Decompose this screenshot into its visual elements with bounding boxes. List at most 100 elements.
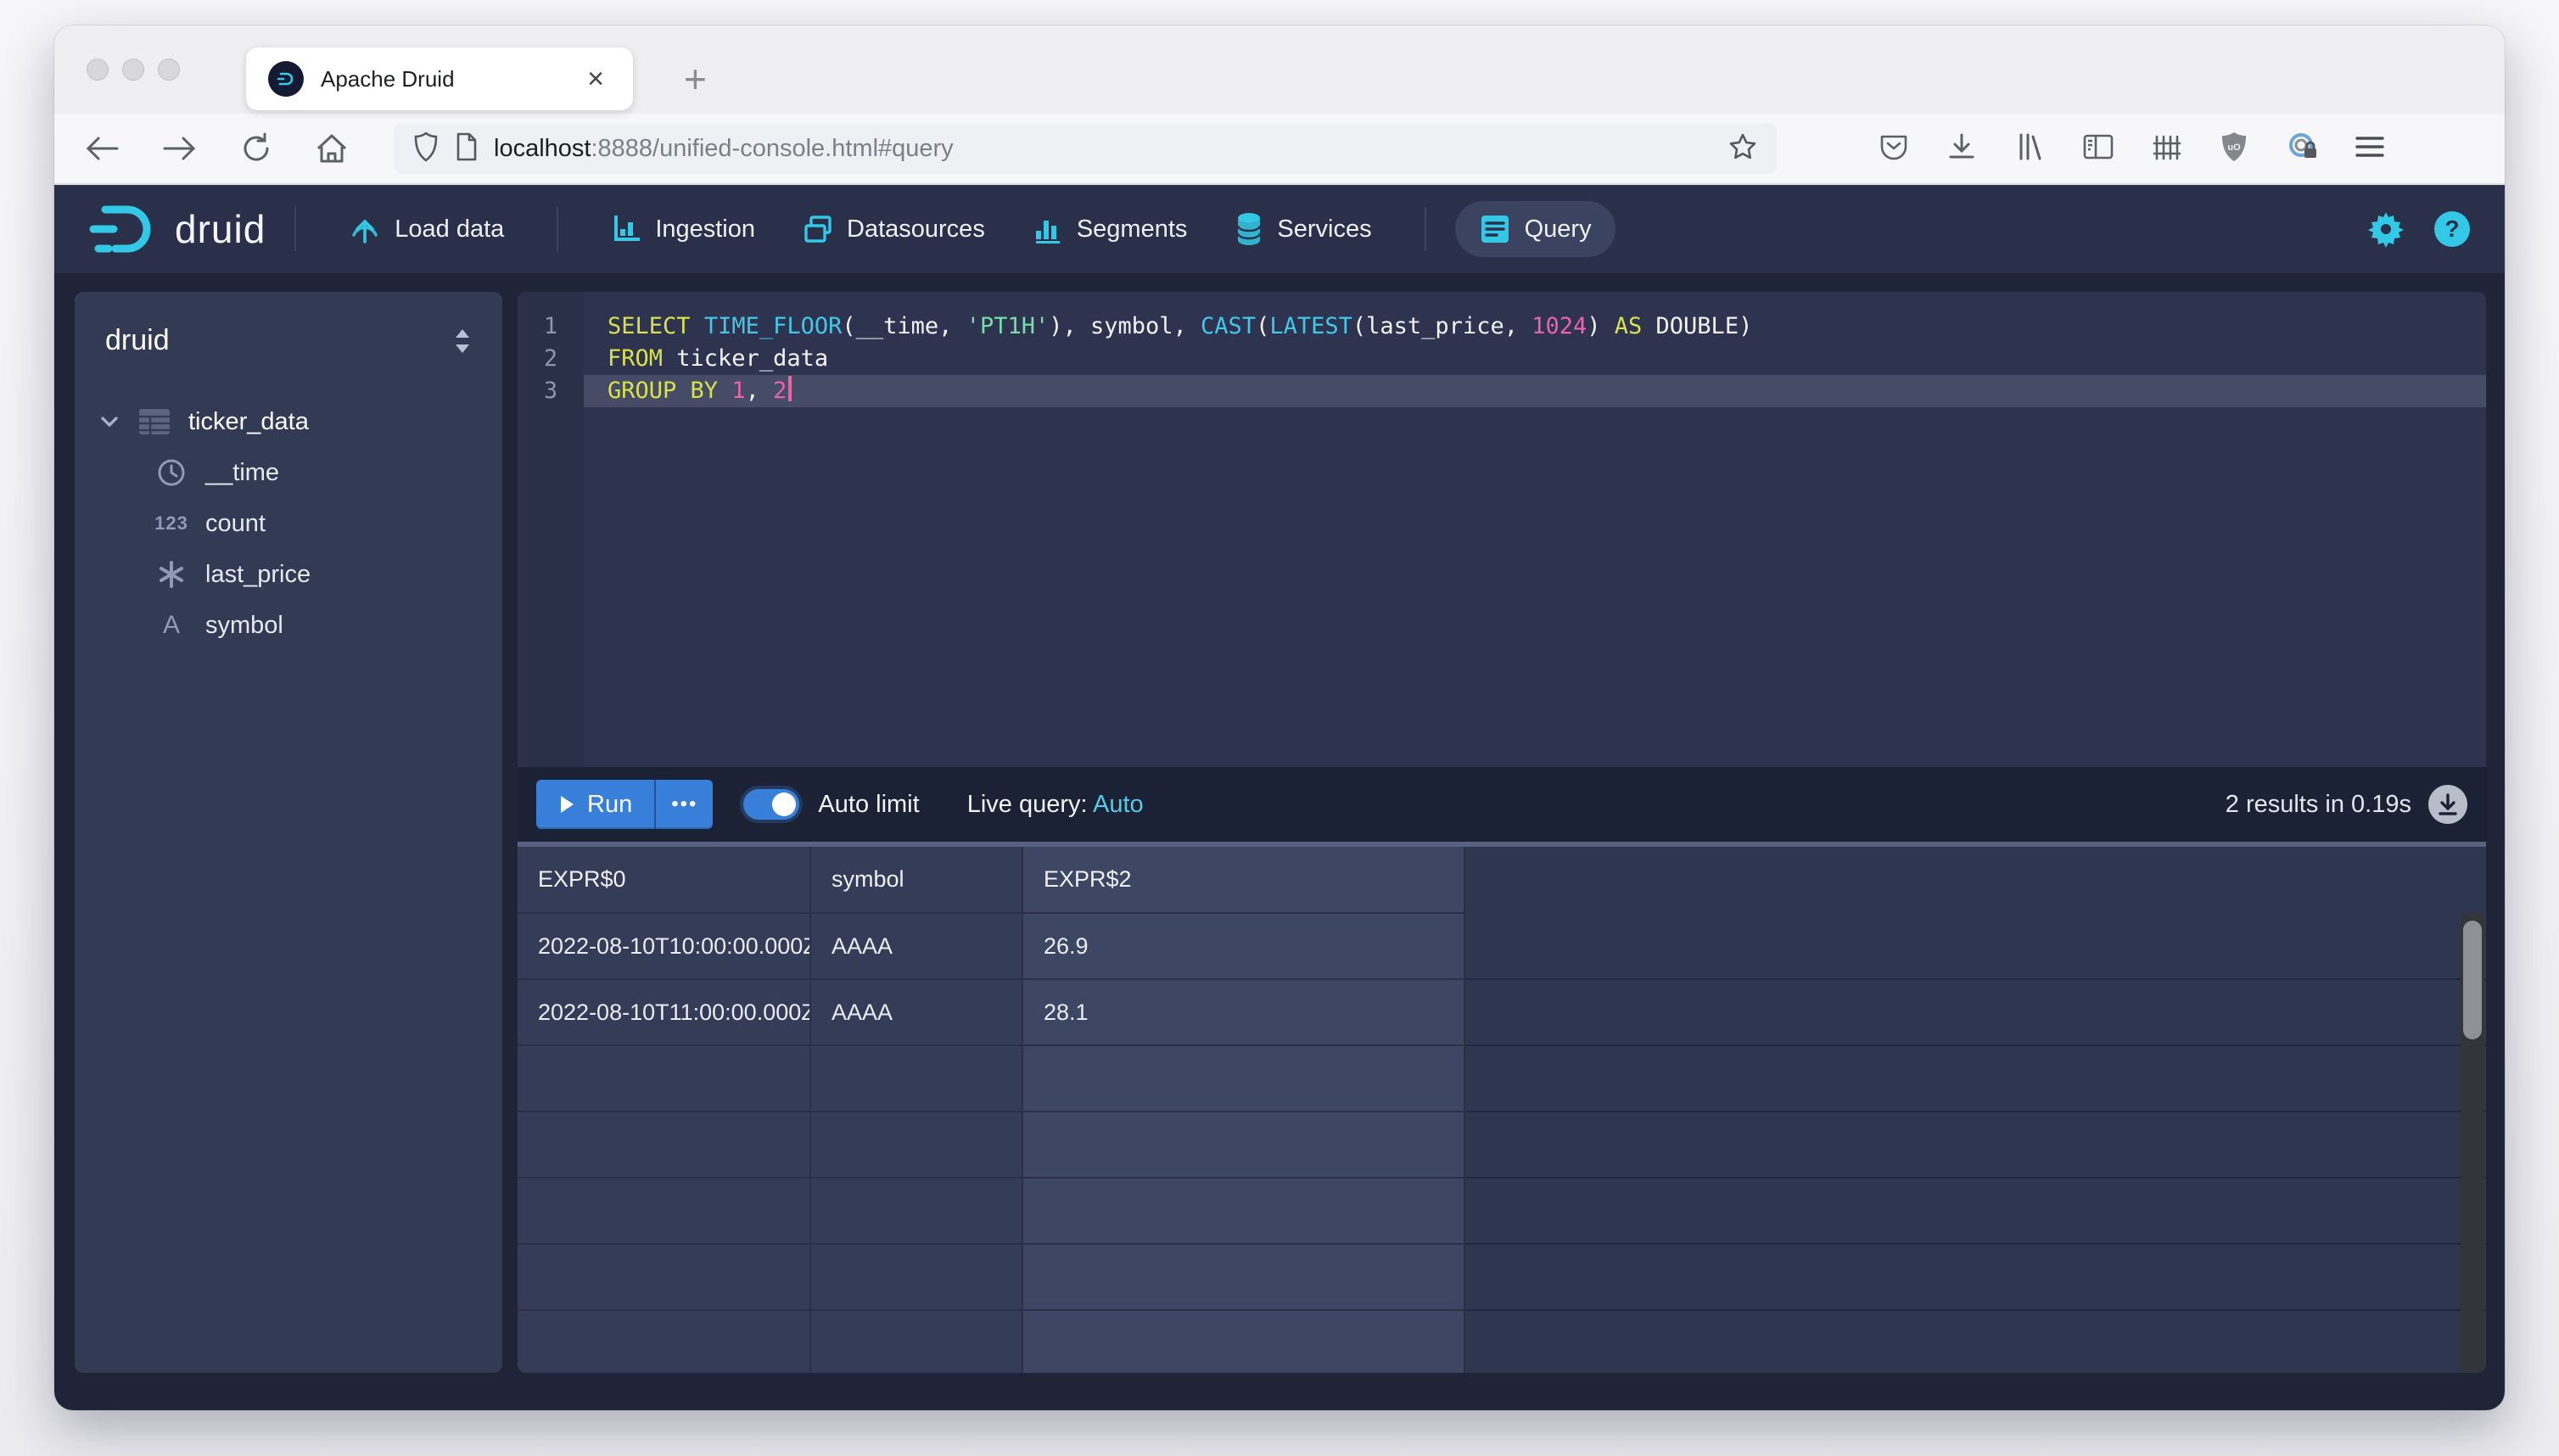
ublock-shield-icon[interactable]: uO bbox=[2220, 131, 2248, 167]
run-bar: Run ••• Auto limit Live query: Auto 2 re… bbox=[518, 767, 2486, 842]
column-item-count[interactable]: 123 count bbox=[98, 498, 479, 549]
run-button-group: Run ••• bbox=[536, 780, 714, 829]
close-window-button[interactable] bbox=[87, 59, 109, 81]
table-cell bbox=[1023, 1311, 1465, 1373]
table-cell: 26.9 bbox=[1023, 914, 1465, 980]
load-data-icon bbox=[349, 213, 381, 245]
browser-tab[interactable]: Apache Druid × bbox=[246, 48, 633, 110]
line-number: 3 bbox=[543, 378, 558, 404]
nav-item-query[interactable]: Query bbox=[1454, 201, 1615, 257]
scrollbar-thumb[interactable] bbox=[2463, 921, 2482, 1039]
table-cell: AAAA bbox=[811, 980, 1023, 1046]
table-cell bbox=[1023, 1046, 1465, 1112]
downloads-icon[interactable] bbox=[1946, 132, 1977, 166]
column-item-symbol[interactable]: Asymbol bbox=[98, 600, 479, 651]
editor-code[interactable]: SELECT TIME_FLOOR(__time, 'PT1H'), symbo… bbox=[584, 292, 2486, 767]
table-row: 2022-08-10T10:00:00.000Z AAAA 26.9 bbox=[518, 914, 1465, 980]
code-line-3: GROUP BY 1, 2 bbox=[608, 375, 2486, 407]
nav-item-label: Ingestion bbox=[655, 215, 756, 243]
table-cell: 28.1 bbox=[1023, 980, 1465, 1046]
table-cell bbox=[518, 1245, 811, 1311]
table-row-empty bbox=[518, 1245, 1465, 1311]
back-icon[interactable] bbox=[83, 133, 120, 164]
table-cell bbox=[811, 1311, 1023, 1373]
page-info-icon[interactable] bbox=[455, 132, 479, 166]
window-controls bbox=[87, 59, 180, 81]
clock-icon bbox=[153, 457, 190, 488]
table-cell bbox=[518, 1179, 811, 1245]
table-row-empty bbox=[518, 1112, 1465, 1179]
code-line-1: SELECT TIME_FLOOR(__time, 'PT1H'), symbo… bbox=[608, 313, 1753, 339]
number-123-icon: 123 bbox=[154, 512, 188, 534]
app-header: druid Load data Ingestion Datasources Segme… bbox=[54, 185, 2505, 273]
letter-a-icon: A bbox=[162, 611, 180, 639]
new-tab-button[interactable]: + bbox=[684, 59, 707, 98]
column-header[interactable]: EXPR$0 bbox=[518, 847, 811, 914]
segments-icon bbox=[1033, 214, 1063, 244]
bookmark-star-icon[interactable] bbox=[1727, 132, 1758, 166]
url-text: localhost:8888/unified-console.html#quer… bbox=[494, 134, 954, 162]
asterisk-icon bbox=[153, 560, 190, 589]
table-row-empty bbox=[518, 1046, 1465, 1112]
nav-item-ingestion[interactable]: Ingestion bbox=[587, 202, 779, 256]
nav-item-label: Segments bbox=[1076, 215, 1188, 243]
privacy-lock-icon[interactable] bbox=[2286, 130, 2320, 168]
nav-item-label: Datasources bbox=[847, 215, 985, 243]
table-cell bbox=[811, 1245, 1023, 1311]
run-button[interactable]: Run bbox=[536, 780, 654, 829]
library-icon[interactable] bbox=[2014, 132, 2045, 166]
help-icon[interactable]: ? bbox=[2433, 210, 2471, 248]
nav-item-load-data[interactable]: Load data bbox=[325, 201, 528, 257]
table-row-empty bbox=[518, 1311, 1465, 1373]
nav-item-label: Services bbox=[1277, 215, 1372, 243]
line-number: 2 bbox=[543, 345, 558, 372]
close-tab-icon[interactable]: × bbox=[580, 61, 611, 97]
url-bar[interactable]: localhost:8888/unified-console.html#quer… bbox=[394, 123, 1777, 174]
extension-fence-icon[interactable] bbox=[2152, 132, 2182, 166]
header-divider bbox=[1424, 207, 1426, 251]
column-name: symbol bbox=[205, 611, 283, 639]
table-row-empty bbox=[518, 1179, 1465, 1245]
table-cell bbox=[1023, 1179, 1465, 1245]
nav-item-segments[interactable]: Segments bbox=[1009, 202, 1212, 256]
shield-permissions-icon[interactable] bbox=[412, 131, 440, 167]
home-icon[interactable] bbox=[314, 132, 350, 165]
forward-icon[interactable] bbox=[161, 133, 199, 164]
datasource-name: ticker_data bbox=[188, 407, 309, 435]
sidebar-toggle-icon[interactable] bbox=[2082, 132, 2114, 165]
datasources-icon bbox=[803, 214, 833, 244]
nav-item-datasources[interactable]: Datasources bbox=[779, 202, 1009, 256]
pocket-icon[interactable] bbox=[1879, 132, 1909, 166]
sort-icon[interactable] bbox=[451, 328, 473, 355]
nav-item-services[interactable]: Services bbox=[1211, 200, 1395, 258]
chevron-down-icon[interactable] bbox=[98, 411, 120, 433]
table-cell bbox=[1023, 1112, 1465, 1179]
download-results-icon[interactable] bbox=[2428, 785, 2467, 824]
code-line-2: FROM ticker_data bbox=[608, 345, 829, 372]
results-scrollbar[interactable] bbox=[2461, 914, 2484, 1373]
editor-gutter: 1 2 3 bbox=[518, 292, 584, 767]
live-query-control[interactable]: Live query: Auto bbox=[967, 791, 1144, 819]
sql-editor[interactable]: 1 2 3 SELECT TIME_FLOOR(__time, 'PT1H'), s… bbox=[518, 292, 2486, 767]
minimize-window-button[interactable] bbox=[122, 59, 144, 81]
menu-icon[interactable] bbox=[2354, 134, 2386, 164]
table-cell bbox=[811, 1112, 1023, 1179]
column-item-last-price[interactable]: last_price bbox=[98, 549, 479, 600]
column-header[interactable]: symbol bbox=[811, 847, 1023, 914]
table-icon bbox=[136, 407, 173, 436]
text-cursor bbox=[788, 376, 792, 401]
table-cell bbox=[518, 1046, 811, 1112]
settings-gear-icon[interactable] bbox=[2367, 210, 2405, 248]
nav-item-label: Load data bbox=[395, 215, 505, 243]
reload-icon[interactable] bbox=[239, 132, 273, 165]
datasource-item[interactable]: ticker_data bbox=[98, 396, 479, 447]
query-icon bbox=[1479, 213, 1511, 245]
column-item---time[interactable]: __time bbox=[98, 447, 479, 498]
run-more-button[interactable]: ••• bbox=[654, 780, 713, 829]
column-header[interactable]: EXPR$2 bbox=[1023, 847, 1465, 914]
auto-limit-label: Auto limit bbox=[818, 790, 920, 818]
column-name: __time bbox=[205, 458, 280, 486]
druid-logo[interactable]: druid bbox=[88, 203, 266, 255]
auto-limit-toggle[interactable] bbox=[743, 789, 800, 820]
zoom-window-button[interactable] bbox=[158, 59, 180, 81]
